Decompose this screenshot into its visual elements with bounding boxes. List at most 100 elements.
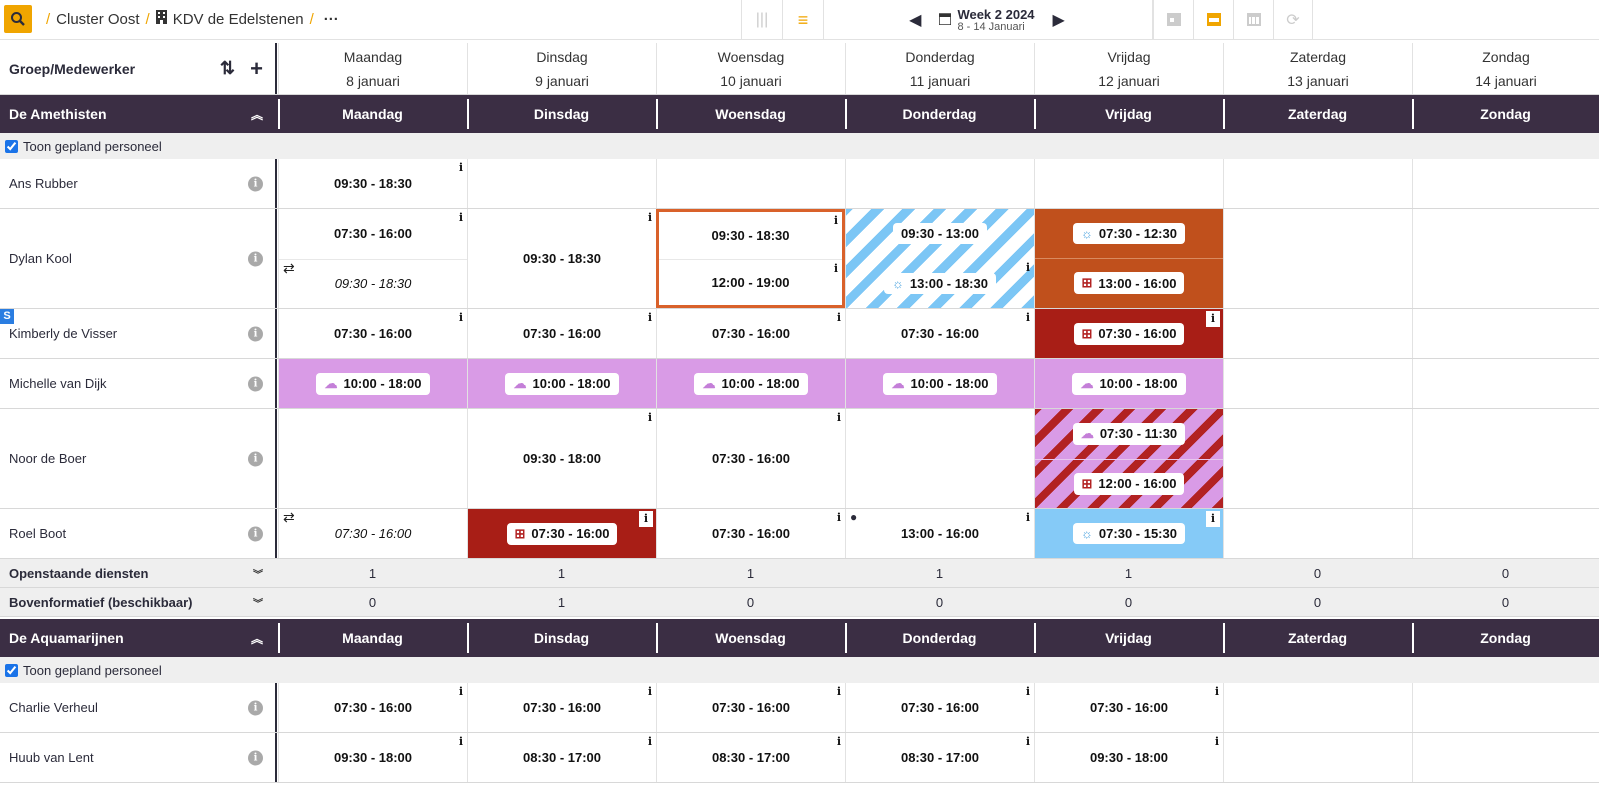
next-week-arrow-icon[interactable]: ▶ xyxy=(1053,10,1065,30)
shift-cell[interactable]: 09:30 - 18:30 i xyxy=(278,159,467,208)
shift-cell[interactable] xyxy=(845,409,1034,508)
shift-cell[interactable]: ☼ 07:30 - 15:30 i xyxy=(1034,509,1223,558)
info-icon[interactable]: i xyxy=(1026,311,1030,324)
employee-name[interactable]: Huub van Lent xyxy=(9,750,94,765)
shift-cell[interactable] xyxy=(1412,309,1599,358)
shift-cell[interactable]: 07:30 - 16:00 i xyxy=(656,309,845,358)
shift-cell[interactable]: ☁ 10:00 - 18:00 xyxy=(278,359,467,408)
list-view-button[interactable]: ≡ xyxy=(782,0,823,40)
info-icon[interactable]: i xyxy=(1206,311,1220,327)
refresh-button[interactable]: ⟳ xyxy=(1273,0,1313,40)
info-icon[interactable]: i xyxy=(648,735,652,748)
shift-cell[interactable]: 07:30 - 16:00 i xyxy=(845,309,1034,358)
info-icon[interactable]: i xyxy=(837,511,841,524)
shift-cell[interactable] xyxy=(1034,159,1223,208)
shift-cell[interactable] xyxy=(278,409,467,508)
shift-cell[interactable]: 09:30 - 18:00 i xyxy=(1034,733,1223,782)
shift-cell[interactable]: 09:30 - 13:00 ☼ 13:00 - 18:30 i xyxy=(845,209,1034,308)
shift-cell[interactable]: 07:30 - 16:00 i xyxy=(845,683,1034,732)
shift-cell[interactable] xyxy=(1223,683,1412,732)
shift-cell[interactable]: 08:30 - 17:00 i xyxy=(845,733,1034,782)
shift-cell[interactable]: ☁ 07:30 - 11:30 ⊞ 12:00 - 16:00 xyxy=(1034,409,1223,508)
employee-name[interactable]: Noor de Boer xyxy=(9,451,86,466)
info-icon[interactable]: i xyxy=(459,735,463,748)
sort-icon[interactable]: ⇅ xyxy=(220,58,235,79)
shift-cell-selected[interactable]: 09:30 - 18:30 i 12:00 - 19:00 i xyxy=(656,209,845,308)
info-icon[interactable]: i xyxy=(834,214,838,227)
column-view-button[interactable]: ||| xyxy=(741,0,782,40)
info-icon[interactable]: i xyxy=(248,700,263,715)
info-icon[interactable]: i xyxy=(1026,685,1030,698)
info-icon[interactable]: i xyxy=(1215,685,1219,698)
shift-cell[interactable] xyxy=(656,159,845,208)
shift-cell[interactable] xyxy=(1412,733,1599,782)
shift-cell[interactable]: ☼ 07:30 - 12:30 ⊞ 13:00 - 16:00 xyxy=(1034,209,1223,308)
info-icon[interactable]: i xyxy=(837,735,841,748)
info-icon[interactable]: i xyxy=(248,750,263,765)
info-icon[interactable]: i xyxy=(1026,735,1030,748)
info-icon[interactable]: i xyxy=(1215,735,1219,748)
info-icon[interactable]: i xyxy=(837,685,841,698)
shift-cell[interactable] xyxy=(1412,683,1599,732)
info-icon[interactable]: i xyxy=(648,411,652,424)
group-bar-aquamarijnen[interactable]: De Aquamarijnen ︽ Maandag Dinsdag Woensda… xyxy=(0,619,1599,657)
employee-name[interactable]: Charlie Verheul xyxy=(9,700,98,715)
shift-cell[interactable] xyxy=(1412,209,1599,308)
info-icon[interactable]: i xyxy=(834,262,838,275)
shift-cell[interactable]: 07:30 - 16:00 i xyxy=(1034,683,1223,732)
expand-icon[interactable]: ︾ xyxy=(253,595,263,610)
shift-cell[interactable] xyxy=(1223,309,1412,358)
shift-cell[interactable]: ☁ 10:00 - 18:00 xyxy=(1034,359,1223,408)
info-icon[interactable]: i xyxy=(248,326,263,341)
shift-cell[interactable]: 08:30 - 17:00 i xyxy=(656,733,845,782)
expand-icon[interactable]: ︾ xyxy=(253,566,263,581)
open-shifts-row[interactable]: Openstaande diensten ︾ 1 1 1 1 1 0 0 xyxy=(0,559,1599,588)
group-bar-amethisten[interactable]: De Amethisten ︽ Maandag Dinsdag Woensdag … xyxy=(0,95,1599,133)
info-icon[interactable]: i xyxy=(248,251,263,266)
shift-cell[interactable] xyxy=(1223,509,1412,558)
shift-cell[interactable]: ⇄ 07:30 - 16:00 xyxy=(278,509,467,558)
collapse-icon[interactable]: ︽ xyxy=(251,630,263,647)
collapse-icon[interactable]: ︽ xyxy=(251,106,263,123)
shift-cell[interactable]: 09:30 - 18:30 i xyxy=(467,209,656,308)
shift-cell[interactable]: 08:30 - 17:00 i xyxy=(467,733,656,782)
shift-cell[interactable] xyxy=(1223,359,1412,408)
breadcrumb-location[interactable]: KDV de Edelstenen xyxy=(173,11,304,28)
info-icon[interactable]: i xyxy=(248,176,263,191)
info-icon[interactable]: i xyxy=(639,511,653,527)
prev-week-arrow-icon[interactable]: ◀ xyxy=(909,10,921,30)
shift-cell[interactable]: 09:30 - 18:00 i xyxy=(278,733,467,782)
employee-name[interactable]: Kimberly de Visser xyxy=(9,326,117,341)
add-icon[interactable]: + xyxy=(250,56,263,82)
shift-cell[interactable] xyxy=(1223,209,1412,308)
shift-cell[interactable]: 07:30 - 16:00 i xyxy=(656,509,845,558)
shift-cell[interactable]: ☁ 10:00 - 18:00 xyxy=(845,359,1034,408)
info-icon[interactable]: i xyxy=(1206,511,1220,527)
month-view-button[interactable] xyxy=(1233,0,1273,40)
info-icon[interactable]: i xyxy=(1026,261,1030,274)
employee-name[interactable]: Dylan Kool xyxy=(9,251,72,266)
info-icon[interactable]: i xyxy=(459,685,463,698)
shift-cell[interactable] xyxy=(1412,409,1599,508)
show-planned-checkbox[interactable] xyxy=(5,139,18,153)
info-icon[interactable]: i xyxy=(459,161,463,174)
info-icon[interactable]: i xyxy=(248,376,263,391)
info-icon[interactable]: i xyxy=(648,685,652,698)
show-planned-checkbox[interactable] xyxy=(5,663,18,677)
shift-cell[interactable] xyxy=(1412,359,1599,408)
shift-cell[interactable]: 07:30 - 16:00 i xyxy=(278,683,467,732)
shift-cell[interactable]: ● 13:00 - 16:00 i xyxy=(845,509,1034,558)
shift-cell[interactable]: 07:30 - 16:00 i xyxy=(467,683,656,732)
shift-cell[interactable]: ⊞ 07:30 - 16:00 i xyxy=(1034,309,1223,358)
info-icon[interactable]: i xyxy=(1026,511,1030,524)
shift-cell[interactable]: 07:30 - 16:00 i xyxy=(467,309,656,358)
info-icon[interactable]: i xyxy=(248,526,263,541)
week-view-button[interactable] xyxy=(1193,0,1233,40)
info-icon[interactable]: i xyxy=(837,311,841,324)
shift-cell[interactable] xyxy=(1223,409,1412,508)
shift-cell[interactable]: 07:30 - 16:00 i xyxy=(656,409,845,508)
shift-cell[interactable] xyxy=(1223,159,1412,208)
shift-cell[interactable]: ☁ 10:00 - 18:00 xyxy=(467,359,656,408)
shift-cell[interactable] xyxy=(1223,733,1412,782)
day-view-button[interactable] xyxy=(1153,0,1193,40)
